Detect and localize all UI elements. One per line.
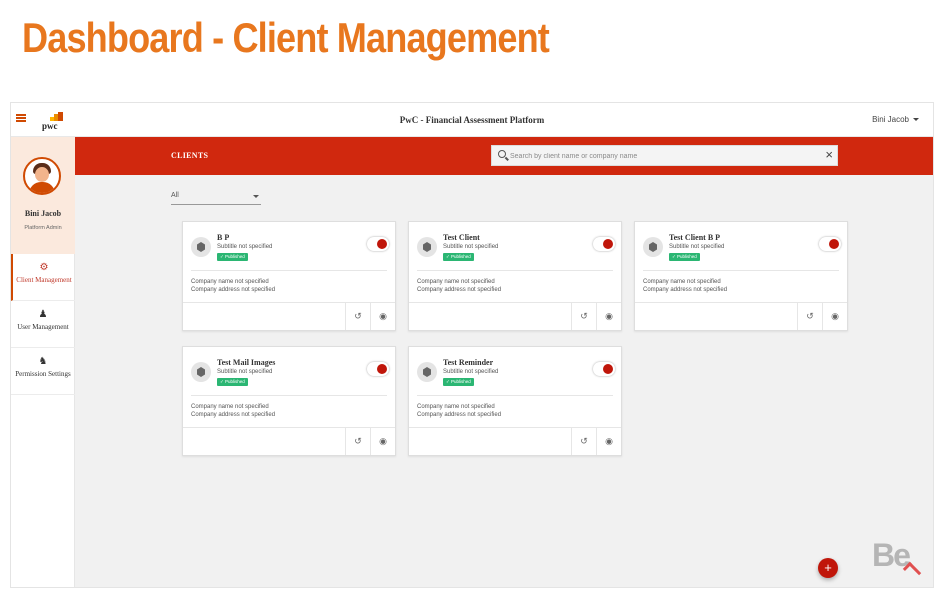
cube-icon [191, 237, 211, 257]
cube-icon [417, 237, 437, 257]
card-footer: ↺ ◉ [409, 427, 621, 455]
card-footer: ↺ ◉ [183, 427, 395, 455]
client-name: Test Client [443, 233, 480, 242]
history-icon[interactable]: ↺ [571, 303, 596, 330]
history-icon[interactable]: ↺ [345, 303, 370, 330]
status-badge: ✓ Published [443, 378, 474, 386]
sidebar-item-label: User Management [17, 323, 69, 331]
divider [191, 270, 387, 271]
clients-banner: CLIENTS × [75, 137, 933, 175]
sidebar-item-permission-settings[interactable]: ♞ Permission Settings [11, 348, 75, 395]
client-card[interactable]: Test Client B P Subtitle not specified ✓… [634, 221, 848, 331]
app-title: PwC - Financial Assessment Platform [399, 115, 545, 125]
company-name: Company name not specified [643, 279, 721, 285]
profile-panel: Bini Jacob Platform Admin [11, 137, 75, 254]
sidebar-item-user-management[interactable]: ♟ User Management [11, 301, 75, 348]
publish-toggle[interactable] [593, 362, 615, 376]
status-badge: ✓ Published [217, 378, 248, 386]
company-name: Company name not specified [417, 279, 495, 285]
publish-toggle[interactable] [593, 237, 615, 251]
sidebar: Bini Jacob Platform Admin ⚙ Client Manag… [11, 137, 75, 587]
main-content: CLIENTS × All B P Subtitle not specified… [75, 137, 933, 587]
caret-down-icon [253, 195, 259, 198]
company-address: Company address not specified [191, 412, 276, 418]
clear-search-icon[interactable]: × [825, 147, 833, 163]
client-card[interactable]: Test Reminder Subtitle not specified ✓ P… [408, 346, 622, 456]
publish-toggle[interactable] [367, 237, 389, 251]
search-bar: × [491, 145, 838, 166]
status-badge: ✓ Published [443, 253, 474, 261]
card-footer: ↺ ◉ [635, 302, 847, 330]
company-name: Company name not specified [417, 404, 495, 410]
company-address: Company address not specified [417, 412, 502, 418]
company-name: Company name not specified [191, 279, 269, 285]
user-menu-name: Bini Jacob [872, 115, 909, 124]
status-badge: ✓ Published [669, 253, 700, 261]
view-eye-icon[interactable]: ◉ [822, 303, 847, 330]
search-input[interactable] [510, 149, 810, 163]
view-eye-icon[interactable]: ◉ [596, 303, 621, 330]
publish-toggle[interactable] [819, 237, 841, 251]
profile-role: Platform Admin [24, 225, 62, 231]
caret-down-icon [913, 118, 919, 122]
client-card[interactable]: B P Subtitle not specified ✓ Published C… [182, 221, 396, 331]
client-name: Test Client B P [669, 233, 721, 242]
status-badge: ✓ Published [217, 253, 248, 261]
app-window: pwc PwC - Financial Assessment Platform … [10, 102, 934, 588]
top-bar: pwc PwC - Financial Assessment Platform … [11, 103, 933, 137]
company-address: Company address not specified [191, 287, 276, 293]
user-management-icon: ♟ [38, 309, 48, 320]
view-eye-icon[interactable]: ◉ [370, 428, 395, 455]
cube-icon [643, 237, 663, 257]
divider [417, 395, 613, 396]
client-card[interactable]: Test Client Subtitle not specified ✓ Pub… [408, 221, 622, 331]
view-eye-icon[interactable]: ◉ [370, 303, 395, 330]
publish-toggle[interactable] [367, 362, 389, 376]
client-name: Test Reminder [443, 358, 494, 367]
sidebar-item-label: Permission Settings [15, 370, 71, 378]
filter-dropdown[interactable]: All [171, 189, 261, 205]
company-address: Company address not specified [417, 287, 502, 293]
client-subtitle: Subtitle not specified [443, 244, 499, 250]
card-footer: ↺ ◉ [409, 302, 621, 330]
cube-icon [191, 362, 211, 382]
client-subtitle: Subtitle not specified [217, 244, 273, 250]
client-management-icon: ⚙ [39, 262, 49, 273]
view-eye-icon[interactable]: ◉ [596, 428, 621, 455]
history-icon[interactable]: ↺ [345, 428, 370, 455]
section-title: CLIENTS [171, 151, 209, 160]
divider [417, 270, 613, 271]
avatar-body [29, 182, 55, 193]
company-name: Company name not specified [191, 404, 269, 410]
history-icon[interactable]: ↺ [571, 428, 596, 455]
sidebar-item-client-management[interactable]: ⚙ Client Management [11, 254, 75, 301]
avatar-face [35, 167, 49, 182]
client-subtitle: Subtitle not specified [669, 244, 725, 250]
permission-settings-icon: ♞ [38, 356, 48, 367]
client-name: B P [217, 233, 230, 242]
filter-selected-value: All [171, 192, 179, 199]
avatar [23, 157, 61, 195]
company-address: Company address not specified [643, 287, 728, 293]
profile-name: Bini Jacob [24, 209, 62, 218]
slide-heading: Dashboard - Client Management [22, 14, 550, 61]
user-menu[interactable]: Bini Jacob [872, 115, 919, 124]
divider [191, 395, 387, 396]
cube-icon [417, 362, 437, 382]
client-subtitle: Subtitle not specified [217, 369, 273, 375]
client-subtitle: Subtitle not specified [443, 369, 499, 375]
add-client-button[interactable]: + [818, 558, 838, 578]
client-card[interactable]: Test Mail Images Subtitle not specified … [182, 346, 396, 456]
divider [643, 270, 839, 271]
client-name: Test Mail Images [217, 358, 276, 367]
history-icon[interactable]: ↺ [797, 303, 822, 330]
search-icon [498, 150, 506, 158]
card-footer: ↺ ◉ [183, 302, 395, 330]
sidebar-item-label: Client Management [16, 276, 72, 284]
